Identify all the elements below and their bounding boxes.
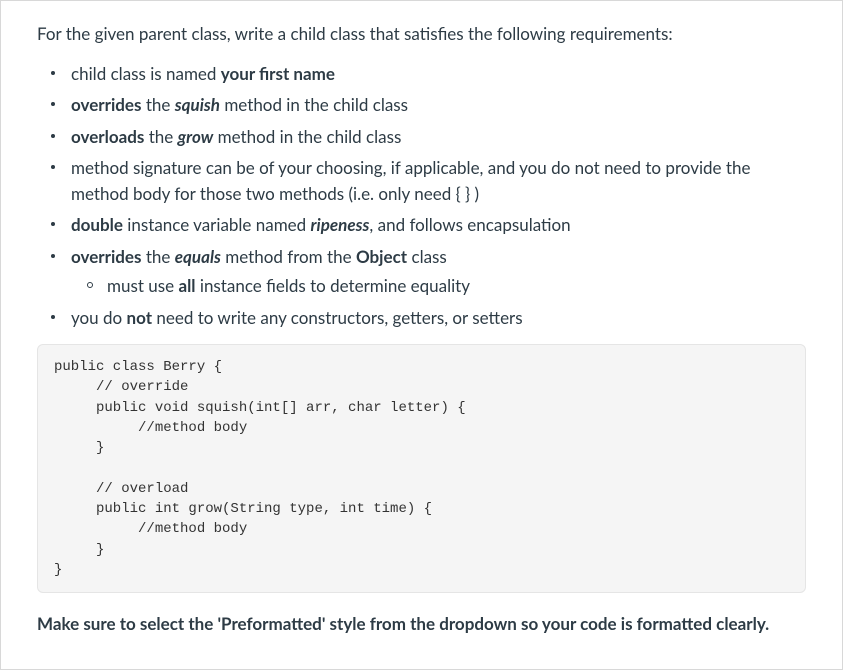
- list-item: double instance variable named ripeness,…: [65, 212, 806, 238]
- text: you do: [71, 307, 127, 328]
- list-item: overloads the grow method in the child c…: [65, 124, 806, 150]
- question-content: For the given parent class, write a chil…: [0, 0, 843, 670]
- list-item: overrides the equals method from the Obj…: [65, 244, 806, 299]
- text: , and follows encapsulation: [369, 214, 570, 235]
- bold-italic-text: squish: [175, 94, 220, 115]
- list-item: child class is named your first name: [65, 61, 806, 87]
- text: class: [407, 246, 447, 267]
- text: child class is named: [71, 63, 221, 84]
- bold-italic-text: equals: [175, 246, 221, 267]
- text: must use: [107, 275, 178, 296]
- text: instance fields to determine equality: [196, 275, 471, 296]
- bold-text: not: [127, 307, 153, 328]
- bold-text: Object: [356, 246, 407, 267]
- intro-paragraph: For the given parent class, write a chil…: [37, 21, 806, 47]
- text: the: [141, 94, 174, 115]
- bold-text: overrides: [71, 246, 141, 267]
- bold-text: overrides: [71, 94, 141, 115]
- requirements-list: child class is named your first name ove…: [37, 61, 806, 331]
- text: the: [144, 126, 177, 147]
- text: method in the child class: [213, 126, 401, 147]
- text: need to write any constructors, getters,…: [152, 307, 523, 328]
- list-item: overrides the squish method in the child…: [65, 92, 806, 118]
- code-block: public class Berry { // override public …: [37, 344, 806, 593]
- footer-instruction: Make sure to select the 'Preformatted' s…: [37, 611, 806, 637]
- list-item: must use all instance fields to determin…: [101, 273, 806, 299]
- bold-text: overloads: [71, 126, 144, 147]
- text: method from the: [221, 246, 356, 267]
- bold-text: all: [178, 275, 195, 296]
- bold-text: double: [71, 214, 123, 235]
- bold-text: your first name: [221, 63, 335, 84]
- text: instance variable named: [123, 214, 311, 235]
- bold-italic-text: ripeness: [311, 214, 370, 235]
- text: method in the child class: [220, 94, 408, 115]
- sub-list: must use all instance fields to determin…: [71, 273, 806, 299]
- text: method signature can be of your choosing…: [71, 157, 750, 204]
- text: the: [141, 246, 174, 267]
- list-item: method signature can be of your choosing…: [65, 155, 806, 206]
- list-item: you do not need to write any constructor…: [65, 305, 806, 331]
- bold-italic-text: grow: [178, 126, 214, 147]
